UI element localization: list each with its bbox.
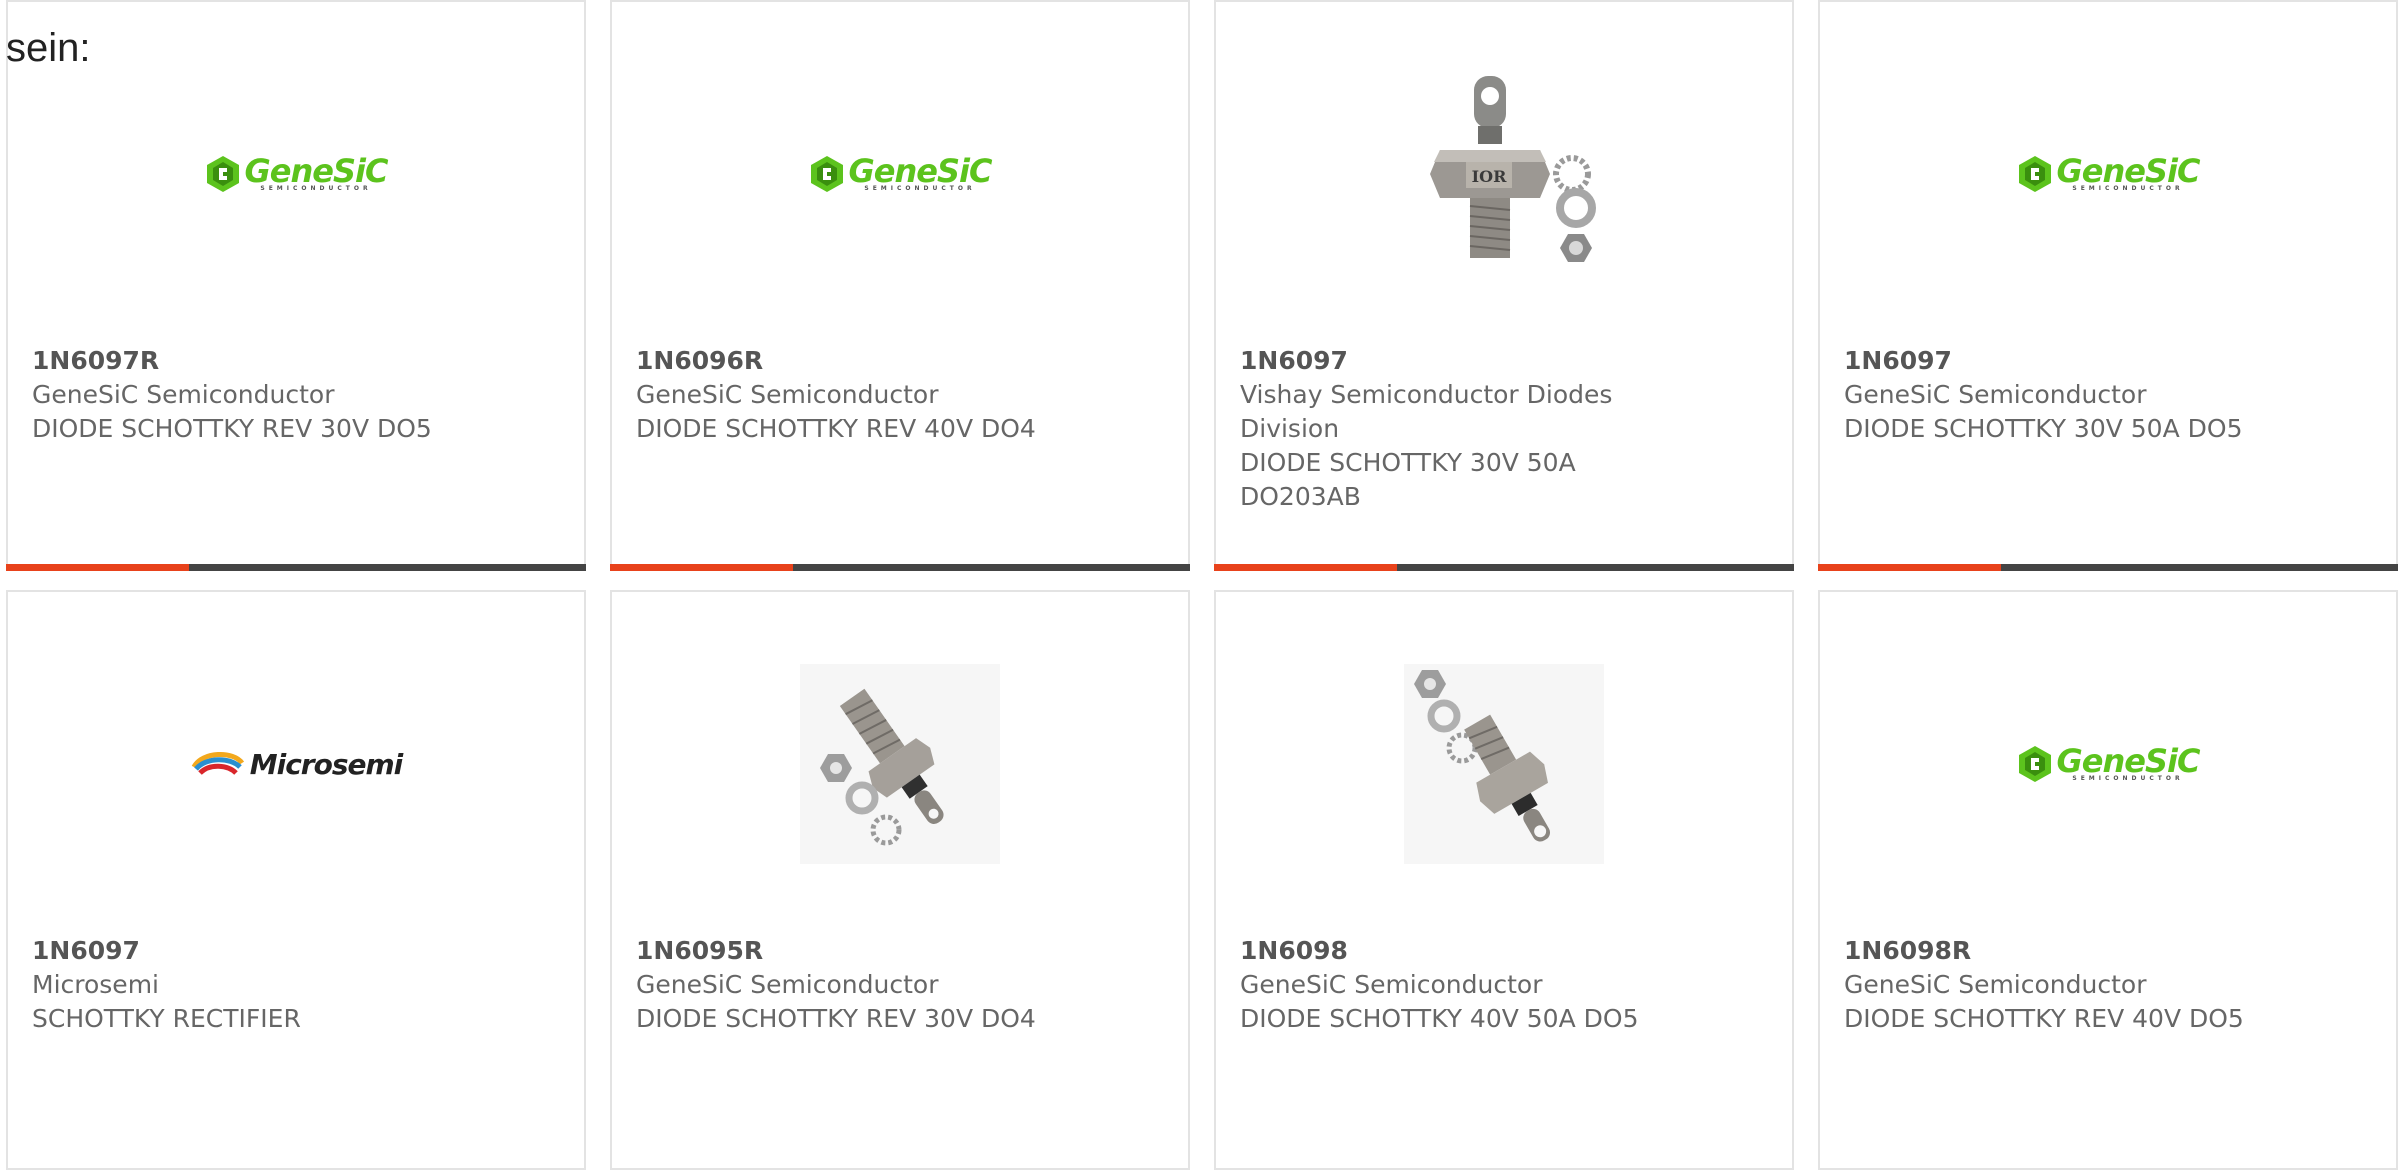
description: DIODE SCHOTTKY 30V 50A DO203AB [1240,448,1576,511]
part-number[interactable]: 1N6097 [1240,344,1640,378]
product-image[interactable]: GeneSiC SEMICONDUCTOR [2008,664,2208,864]
product-image[interactable] [800,664,1000,864]
card-footer-bar [6,564,586,571]
part-number[interactable]: 1N6097R [32,344,432,378]
product-grid: GeneSiC SEMICONDUCTOR 1N6097R GeneSiC Se… [6,0,2400,1170]
manufacturer: GeneSiC Semiconductor [32,380,335,409]
description: SCHOTTKY RECTIFIER [32,1004,301,1033]
part-number[interactable]: 1N6097 [1844,344,2244,378]
manufacturer: GeneSiC Semiconductor [1240,970,1543,999]
part-number[interactable]: 1N6097 [32,934,432,968]
product-card[interactable]: GeneSiC SEMICONDUCTOR 1N6097R GeneSiC Se… [6,0,586,571]
genesic-mark-icon [810,156,843,192]
description: DIODE SCHOTTKY REV 30V DO5 [32,414,432,443]
stud-diode-photo-icon [1404,664,1604,864]
card-footer-bar [1214,564,1794,571]
genesic-mark-icon [206,156,239,192]
part-number[interactable]: 1N6096R [636,344,1036,378]
product-image[interactable]: IOR [1404,74,1604,274]
card-footer-bar [610,564,1190,571]
microsemi-swoosh-icon [191,751,244,775]
description: DIODE SCHOTTKY REV 30V DO4 [636,1004,1036,1033]
part-number[interactable]: 1N6095R [636,934,1036,968]
genesic-wordmark: GeneSiC [2056,152,2201,190]
intro-text: sein: [6,26,91,70]
ior-mark: IOR [1472,167,1507,186]
product-image[interactable]: GeneSiC SEMICONDUCTOR [2008,74,2208,274]
genesic-subtitle: SEMICONDUCTOR [260,185,372,192]
product-image[interactable] [1404,664,1604,864]
card-accent [6,564,189,571]
card-accent [1818,564,2001,571]
manufacturer: Vishay Semiconductor Diodes Division [1240,380,1613,443]
part-number[interactable]: 1N6098R [1844,934,2244,968]
genesic-wordmark: GeneSiC [2056,742,2201,780]
product-image[interactable]: GeneSiC SEMICONDUCTOR [800,74,1000,274]
part-number[interactable]: 1N6098 [1240,934,1640,968]
genesic-logo: GeneSiC SEMICONDUCTOR [2017,744,2200,784]
genesic-mark-icon [2018,156,2051,192]
manufacturer: Microsemi [32,970,159,999]
genesic-mark-icon [2018,746,2051,782]
genesic-subtitle: SEMICONDUCTOR [864,185,976,192]
description: DIODE SCHOTTKY 30V 50A DO5 [1844,414,2243,443]
genesic-subtitle: SEMICONDUCTOR [2072,775,2184,782]
product-image[interactable]: GeneSiC SEMICONDUCTOR [196,74,396,274]
description: DIODE SCHOTTKY REV 40V DO4 [636,414,1036,443]
manufacturer: GeneSiC Semiconductor [1844,380,2147,409]
product-card[interactable]: 1N6098 GeneSiC Semiconductor DIODE SCHOT… [1214,590,1794,1170]
genesic-subtitle: SEMICONDUCTOR [2072,185,2184,192]
description: DIODE SCHOTTKY REV 40V DO5 [1844,1004,2244,1033]
manufacturer: GeneSiC Semiconductor [636,970,939,999]
product-card[interactable]: 1N6095R GeneSiC Semiconductor DIODE SCHO… [610,590,1190,1170]
card-footer-bar [1818,564,2398,571]
microsemi-wordmark: Microsemi [249,747,404,781]
genesic-wordmark: GeneSiC [244,152,389,190]
product-card[interactable]: GeneSiC SEMICONDUCTOR 1N6098R GeneSiC Se… [1818,590,2398,1170]
genesic-logo: GeneSiC SEMICONDUCTOR [809,154,992,194]
product-card[interactable]: Microsemi 1N6097 Microsemi SCHOTTKY RECT… [6,590,586,1170]
stud-diode-photo-icon: IOR [1404,74,1604,274]
genesic-logo: GeneSiC SEMICONDUCTOR [2017,154,2200,194]
product-card[interactable]: GeneSiC SEMICONDUCTOR 1N6096R GeneSiC Se… [610,0,1190,571]
genesic-logo: GeneSiC SEMICONDUCTOR [205,154,388,194]
product-image[interactable]: Microsemi [191,664,403,864]
stud-diode-photo-icon [800,664,1000,864]
description: DIODE SCHOTTKY 40V 50A DO5 [1240,1004,1639,1033]
product-card[interactable]: GeneSiC SEMICONDUCTOR 1N6097 GeneSiC Sem… [1818,0,2398,571]
genesic-wordmark: GeneSiC [848,152,993,190]
product-card[interactable]: IOR 1N6097 Vishay Semiconductor Diodes D… [1214,0,1794,571]
manufacturer: GeneSiC Semiconductor [1844,970,2147,999]
card-accent [610,564,793,571]
card-accent [1214,564,1397,571]
microsemi-logo: Microsemi [190,748,403,781]
manufacturer: GeneSiC Semiconductor [636,380,939,409]
